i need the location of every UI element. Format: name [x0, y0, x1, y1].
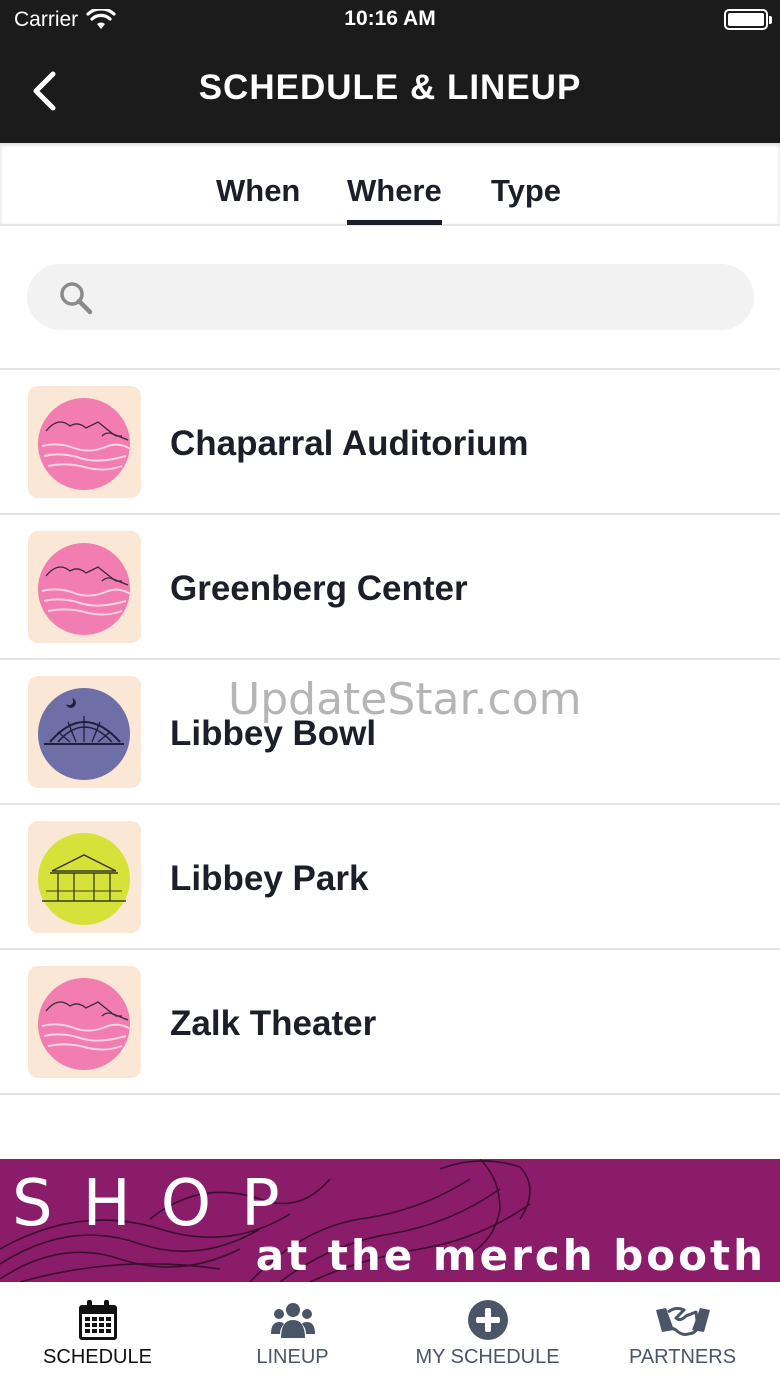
nav-my-schedule[interactable]: MY SCHEDULE [390, 1282, 585, 1387]
app-header: Carrier 10:16 AM SCHEDULE & LINEUP [0, 0, 780, 143]
nav-label: LINEUP [256, 1346, 329, 1368]
gazebo-green-icon [28, 821, 141, 933]
banner-title: SHOP [12, 1167, 310, 1241]
merch-banner[interactable]: SHOP at the merch booth [0, 1159, 780, 1282]
venue-name: Libbey Park [170, 859, 369, 898]
tab-when[interactable]: When [216, 173, 300, 209]
handshake-icon [656, 1306, 710, 1336]
nav-label: PARTNERS [628, 1346, 737, 1368]
venue-name: Zalk Theater [170, 1004, 377, 1043]
list-item[interactable]: Greenberg Center [0, 515, 780, 660]
nav-lineup[interactable]: LINEUP [195, 1282, 390, 1387]
status-time: 10:16 AM [344, 7, 436, 30]
nav-partners[interactable]: PARTNERS [585, 1282, 780, 1387]
list-item[interactable]: Chaparral Auditorium [0, 370, 780, 515]
banner-subtitle: at the merch booth [255, 1231, 766, 1280]
nav-label: MY SCHEDULE [415, 1346, 560, 1368]
filter-tabs: When Where Type [0, 143, 780, 226]
mountains-pink-icon [28, 386, 141, 498]
plus-circle-icon [468, 1300, 508, 1340]
mountains-pink-icon [28, 531, 141, 643]
tab-type[interactable]: Type [491, 173, 561, 209]
search-icon [60, 282, 93, 315]
nav-label: SCHEDULE [43, 1346, 152, 1368]
calendar-icon [79, 1300, 117, 1340]
search-bar[interactable] [27, 264, 754, 330]
tab-where[interactable]: Where [347, 173, 442, 225]
list-item[interactable]: Zalk Theater [0, 950, 780, 1095]
nav-schedule[interactable]: SCHEDULE [0, 1282, 195, 1387]
venue-name: Chaparral Auditorium [170, 424, 529, 463]
list-item[interactable]: Libbey Park [0, 805, 780, 950]
battery-icon [724, 9, 772, 30]
page-title: SCHEDULE & LINEUP [198, 68, 582, 107]
watermark: UpdateStar.com [228, 674, 582, 725]
bottom-nav: SCHEDULE LINEUP MY SCHEDULE PARTNERS [0, 1282, 780, 1387]
mountains-pink-icon [28, 966, 141, 1078]
venue-name: Greenberg Center [170, 569, 468, 608]
venue-list: Chaparral Auditorium Greenberg Center Li… [0, 368, 780, 1095]
search-input[interactable] [117, 264, 737, 330]
group-icon [271, 1303, 315, 1338]
bowl-purple-icon [28, 676, 141, 788]
